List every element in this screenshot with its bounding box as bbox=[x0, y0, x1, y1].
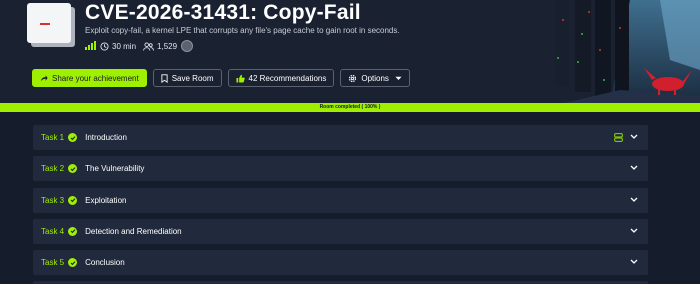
duration-meta: 30 min bbox=[100, 42, 136, 51]
room-title: CVE-2026-31431: Copy-Fail bbox=[85, 1, 361, 24]
duration-value: 30 min bbox=[112, 41, 137, 51]
chevron-down-icon[interactable] bbox=[630, 228, 638, 234]
room-actions: Share your achievement Save Room 42 Reco… bbox=[32, 69, 416, 87]
share-achievement-label: Share your achievement bbox=[52, 73, 139, 83]
check-icon bbox=[68, 226, 78, 236]
recommendations-label: 42 Recommendations bbox=[248, 73, 327, 83]
chevron-down-icon[interactable] bbox=[630, 165, 638, 171]
task-number: Task 3 bbox=[41, 195, 65, 205]
save-room-button[interactable]: Save Room bbox=[152, 69, 222, 87]
check-icon bbox=[68, 258, 78, 268]
check-icon bbox=[68, 164, 78, 174]
options-dropdown[interactable]: Options bbox=[340, 69, 410, 87]
users-meta: 1,529 bbox=[143, 42, 177, 51]
task-row-2[interactable]: Task 2 The Vulnerability bbox=[33, 156, 648, 182]
options-label: Options bbox=[361, 73, 389, 83]
users-icon bbox=[143, 41, 154, 51]
bookmark-icon bbox=[161, 73, 168, 83]
share-achievement-button[interactable]: Share your achievement bbox=[32, 69, 147, 87]
task-title: The Vulnerability bbox=[85, 164, 145, 174]
chevron-down-icon[interactable] bbox=[630, 259, 638, 265]
task-title: Detection and Remediation bbox=[85, 226, 182, 236]
task-number: Task 4 bbox=[41, 226, 65, 236]
save-room-label: Save Room bbox=[171, 73, 214, 83]
task-row-3[interactable]: Task 3 Exploitation bbox=[33, 187, 648, 213]
thumbs-up-icon bbox=[235, 74, 245, 83]
room-meta: 30 min 1,529 bbox=[85, 40, 194, 52]
chevron-down-icon[interactable] bbox=[630, 134, 638, 140]
task-number: Task 5 bbox=[41, 258, 65, 268]
task-number: Task 2 bbox=[41, 164, 65, 174]
room-header: CVE-2026-31431: Copy-Fail Exploit copy-f… bbox=[0, 0, 700, 104]
task-title: Introduction bbox=[85, 133, 127, 142]
task-title: Exploitation bbox=[85, 195, 127, 205]
task-title: Conclusion bbox=[85, 258, 125, 268]
task-list: Task 1 Introduction Task 2 The Vulnerabi… bbox=[33, 125, 648, 284]
task-row-4[interactable]: Task 4 Detection and Remediation bbox=[33, 218, 648, 244]
check-icon bbox=[68, 195, 78, 205]
users-count: 1,529 bbox=[157, 41, 178, 51]
room-description: Exploit copy-fail, a kernel LPE that cor… bbox=[85, 26, 400, 35]
gear-icon bbox=[349, 74, 357, 82]
room-logo-mark bbox=[40, 23, 50, 25]
task-row-1[interactable]: Task 1 Introduction bbox=[33, 125, 648, 150]
progress-label: Room completed ( 100% ) bbox=[319, 104, 381, 110]
hint-icon[interactable] bbox=[614, 133, 623, 142]
room-progress-bar: Room completed ( 100% ) bbox=[0, 103, 700, 112]
creator-avatar[interactable] bbox=[181, 40, 194, 52]
difficulty-bars-icon bbox=[85, 41, 97, 50]
check-icon bbox=[68, 133, 78, 142]
task-row-5[interactable]: Task 5 Conclusion bbox=[33, 250, 648, 276]
task-number: Task 1 bbox=[41, 133, 65, 142]
header-illustration bbox=[470, 0, 700, 104]
room-logo bbox=[27, 3, 71, 43]
clock-icon bbox=[100, 41, 109, 51]
chevron-down-icon[interactable] bbox=[630, 197, 638, 203]
chevron-down-icon bbox=[395, 76, 402, 80]
recommendations-button[interactable]: 42 Recommendations bbox=[227, 69, 335, 87]
share-icon bbox=[40, 75, 48, 82]
